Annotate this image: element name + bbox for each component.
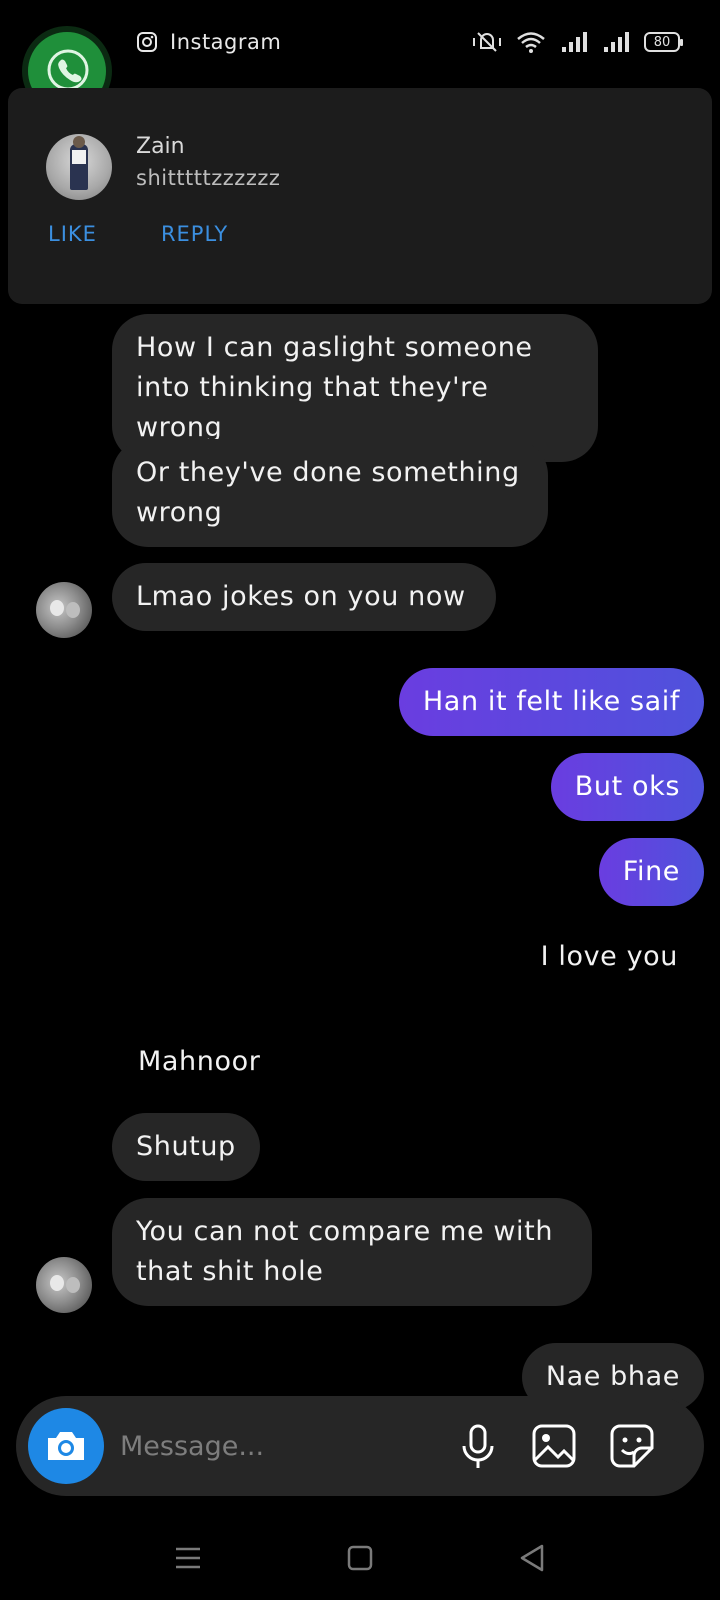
wifi-icon xyxy=(517,32,545,53)
like-button[interactable]: LIKE xyxy=(48,222,97,246)
system-nav-bar xyxy=(0,1520,720,1600)
battery-level: 80 xyxy=(653,34,671,50)
mute-vibrate-icon xyxy=(473,32,501,52)
battery-icon: 80 xyxy=(644,32,683,52)
signal-icon xyxy=(604,32,629,52)
outgoing-message[interactable]: Fine xyxy=(598,838,704,906)
camera-button[interactable] xyxy=(28,1408,104,1484)
avatar[interactable] xyxy=(36,1257,92,1313)
message-input[interactable] xyxy=(120,1424,440,1468)
incoming-message[interactable]: You can not compare me with that shit ho… xyxy=(112,1198,592,1306)
message-composer xyxy=(16,1396,704,1496)
back-button[interactable] xyxy=(512,1538,552,1578)
outgoing-message[interactable]: Han it felt like saif xyxy=(398,668,704,736)
menu-button[interactable] xyxy=(168,1538,208,1578)
incoming-message[interactable]: Or they've done something wrong xyxy=(112,439,548,547)
back-triangle-icon xyxy=(520,1544,544,1572)
status-app-label: Instagram xyxy=(170,30,282,54)
incoming-message[interactable]: Lmao jokes on you now xyxy=(112,563,496,631)
sticker-icon xyxy=(610,1424,654,1468)
message-notification[interactable]: Zain shitttttzzzzzz LIKE REPLY xyxy=(8,88,712,304)
home-square-icon xyxy=(347,1545,373,1571)
avatar xyxy=(46,134,112,200)
status-bar: Instagram 80 xyxy=(0,0,720,116)
status-app: Instagram xyxy=(136,30,281,54)
signal-icon xyxy=(562,32,587,52)
outgoing-message[interactable]: But oks xyxy=(550,753,704,821)
notification-actions: LIKE REPLY xyxy=(48,222,228,246)
avatar[interactable] xyxy=(36,582,92,638)
microphone-icon xyxy=(462,1424,494,1468)
reply-button[interactable]: REPLY xyxy=(161,222,228,246)
microphone-button[interactable] xyxy=(452,1420,504,1472)
menu-icon xyxy=(176,1547,200,1569)
home-button[interactable] xyxy=(340,1538,380,1578)
instagram-icon xyxy=(137,32,157,52)
notification-message: shitttttzzzzzz xyxy=(136,166,281,190)
outgoing-text-message[interactable]: I love you xyxy=(541,941,678,972)
incoming-message[interactable]: Shutup xyxy=(112,1113,260,1181)
gallery-button[interactable] xyxy=(528,1420,580,1472)
sticker-button[interactable] xyxy=(606,1420,658,1472)
notification-sender: Zain xyxy=(136,134,185,159)
image-icon xyxy=(532,1424,576,1468)
camera-icon xyxy=(48,1432,84,1460)
sender-label: Mahnoor xyxy=(138,1046,261,1077)
status-icons: 80 xyxy=(472,30,683,54)
